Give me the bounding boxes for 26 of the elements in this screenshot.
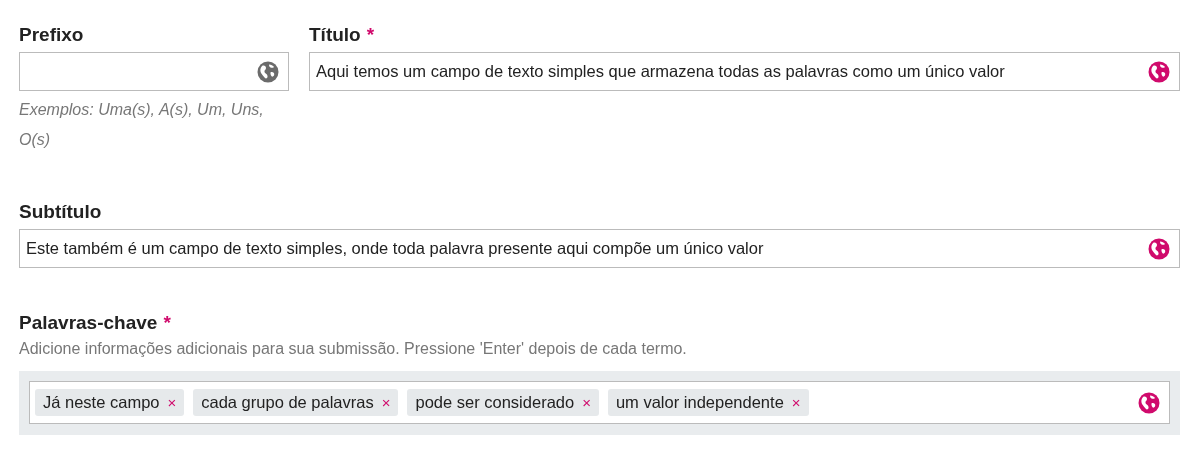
text-field[interactable]: Este também é um campo de texto simples, onde toda palavra presente aqui compõe um único valor <box>19 229 1180 268</box>
field-value: Aqui temos um campo de texto simples que armazena todas as palavras como um único valor <box>316 62 1006 81</box>
tag-label: um valor independente <box>615 393 784 412</box>
field-label: Subtítulo <box>19 201 102 223</box>
text-field[interactable]: Aqui temos um campo de texto simples que armazena todas as palavras como um único valor <box>309 52 1180 91</box>
globe-icon[interactable] <box>257 60 279 83</box>
field-label: Título <box>309 24 361 46</box>
remove-tag-button[interactable]: × <box>791 394 801 411</box>
globe-icon[interactable] <box>1148 60 1170 83</box>
required-mark: * <box>163 312 171 334</box>
tag-label: Já neste campo <box>43 393 160 412</box>
field-label: Palavras-chave <box>19 312 158 334</box>
field-value: Este também é um campo de texto simples, onde toda palavra presente aqui compõe um único valor <box>26 239 765 258</box>
remove-tag-button[interactable]: × <box>167 394 177 411</box>
text-field[interactable] <box>19 52 289 91</box>
field-description: Adicione informações adicionais para sua submissão. Pressione 'Enter' depois de cada termo. <box>19 340 688 358</box>
help-text: Exemplos: Uma(s), A(s), Um, Uns, O(s) <box>19 100 265 150</box>
remove-tag-button[interactable]: × <box>582 394 591 411</box>
tag-label: cada grupo de palavras <box>201 393 374 412</box>
tag-label: pode ser considerado <box>415 393 575 412</box>
remove-tag-button[interactable]: × <box>381 394 391 411</box>
tag-input-field[interactable]: Já neste campo × cada grupo de palavras × pode ser considerado × um valor independente × <box>29 381 1170 424</box>
field-label: Prefixo <box>19 24 84 46</box>
globe-icon[interactable] <box>1138 391 1160 414</box>
globe-icon[interactable] <box>1148 237 1170 260</box>
required-mark: * <box>366 24 375 46</box>
